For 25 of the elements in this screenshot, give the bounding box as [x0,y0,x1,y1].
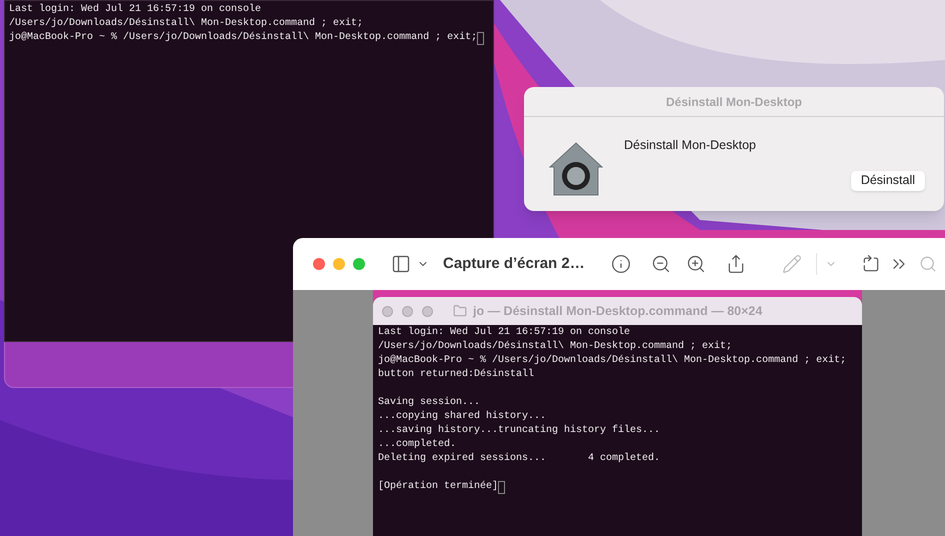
terminal-line: Last login: Wed Jul 21 16:57:19 on console [9,3,262,17]
terminal-line: /Users/jo/Downloads/Désinstall\ Mon-Desktop.command ; exit; [9,17,364,31]
terminal-line: /Users/jo/Downloads/Désinstall\ Mon-Desktop.command ; exit; [378,340,732,354]
terminal-line: jo@MacBook-Pro ~ % /Users/jo/Downloads/Désinstall\ Mon-Desktop.command ; exit; [378,354,846,368]
terminal-line: jo@MacBook-Pro ~ % /Users/jo/Downloads/Désinstall\ Mon-Desktop.command ; exit; [9,31,478,45]
terminal-line: ...copying shared history... [378,410,546,424]
terminal-line: ...completed. [378,438,456,452]
close-button[interactable] [313,258,325,270]
terminal-line: Saving session... [378,396,480,410]
uninstall-button[interactable]: Désinstall [850,170,925,191]
terminal-line: Deleting expired sessions... 4 completed. [378,452,660,466]
terminal-line: Last login: Wed Jul 21 16:57:19 on console [378,326,630,340]
folder-icon [453,304,467,318]
terminal-line: button returned:Désinstall [378,368,534,382]
info-icon[interactable] [610,254,631,274]
terminal-title: jo — Désinstall Mon-Desktop.command — 80×24 [473,302,762,320]
zoom-in-icon[interactable] [686,254,706,274]
zoom-out-icon[interactable] [650,254,671,274]
sidebar-icon[interactable] [391,254,411,274]
window-title: Capture d’écran 2… [443,254,585,274]
terminal-line: [Opération terminée] [378,480,498,494]
terminal-line: ...saving history...truncating history files... [378,424,660,438]
dialog-title: Désinstall Mon-Desktop [666,94,802,110]
lock-house-icon [548,141,604,197]
dialog-message: Désinstall Mon-Desktop [624,137,757,154]
